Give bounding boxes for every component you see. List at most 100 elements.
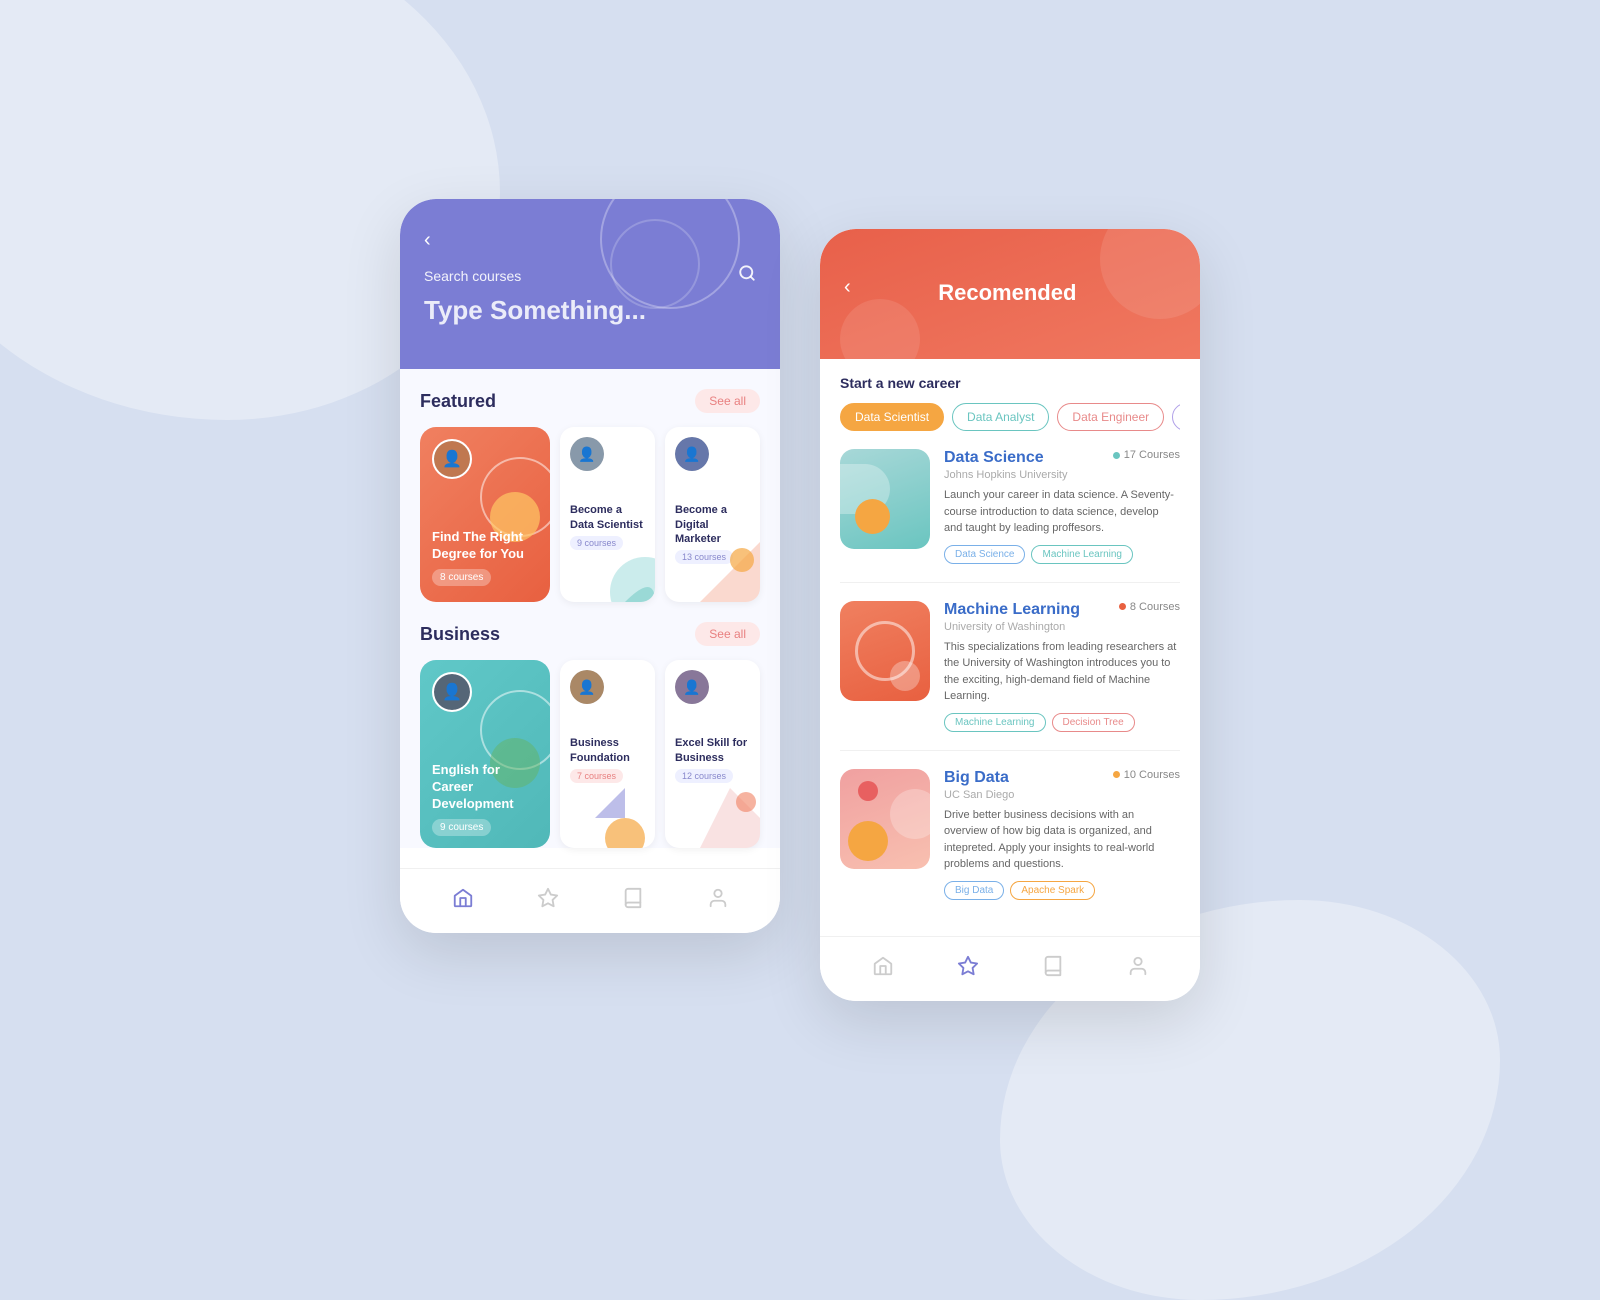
featured-cards-row: 👤 Find The Right Degree for You 8 course… xyxy=(420,427,760,602)
back-button[interactable]: ‹ xyxy=(844,276,851,299)
phone-right: ‹ Recomended Start a new career Data Sci… xyxy=(820,229,1200,1001)
course-tag[interactable]: Apache Spark xyxy=(1010,881,1095,900)
nav-star-icon[interactable] xyxy=(947,951,989,987)
avatar-image: 👤 xyxy=(570,437,604,471)
course-card-bigdata[interactable]: Big Data 10 Courses UC San Diego Drive b… xyxy=(840,769,1180,918)
course-thumb-ml xyxy=(840,601,930,701)
nav-book-icon[interactable] xyxy=(612,883,654,919)
card-title: Excel Skill for Business xyxy=(675,736,750,765)
featured-card-data-scientist[interactable]: 👤 Become a Data Scientist 9 courses xyxy=(560,427,655,602)
course-name-ml: Machine Learning xyxy=(944,601,1080,619)
phone-left: ‹ Search courses Type Something... Featu… xyxy=(400,199,780,933)
course-provider-bd: UC San Diego xyxy=(944,789,1180,801)
search-header: ‹ Search courses Type Something... xyxy=(400,199,780,369)
nav-profile-icon[interactable] xyxy=(697,883,739,919)
left-phone-content: Featured See all 👤 Find The Right Degree… xyxy=(400,369,780,848)
course-desc-ds: Launch your career in data science. A Se… xyxy=(944,487,1180,537)
card-title: English for Career Development xyxy=(432,762,538,813)
filter-tab-data-analyst[interactable]: Data Analyst xyxy=(952,403,1049,431)
course-tag[interactable]: Decision Tree xyxy=(1052,713,1135,732)
search-placeholder-text: Type Something... xyxy=(424,295,756,326)
featured-see-all-button[interactable]: See all xyxy=(695,389,760,413)
search-label: Search courses xyxy=(424,268,521,284)
filter-tab-data-scientist[interactable]: Data Scientist xyxy=(840,403,944,431)
course-tag[interactable]: Machine Learning xyxy=(1031,545,1133,564)
count-dot xyxy=(1119,603,1126,610)
avatar-image: 👤 xyxy=(675,437,709,471)
featured-title: Featured xyxy=(420,391,496,412)
nav-star-icon[interactable] xyxy=(527,883,569,919)
avatar: 👤 xyxy=(570,670,604,704)
avatar-image: 👤 xyxy=(570,670,604,704)
nav-home-icon[interactable] xyxy=(442,883,484,919)
thumb-blob xyxy=(890,661,920,691)
course-tags-ds: Data Science Machine Learning xyxy=(944,545,1180,564)
course-provider-ml: University of Washington xyxy=(944,621,1180,633)
course-tag[interactable]: Big Data xyxy=(944,881,1004,900)
recommended-header: ‹ Recomended xyxy=(820,229,1200,359)
course-name-ds: Data Science xyxy=(944,449,1044,467)
featured-section-header: Featured See all xyxy=(420,389,760,413)
filter-tab-more[interactable]: De... xyxy=(1172,403,1180,431)
card-title: Business Foundation xyxy=(570,736,645,765)
bottom-nav-left xyxy=(400,868,780,933)
featured-card-digital-marketer[interactable]: 👤 Become a Digital Marketer 13 courses xyxy=(665,427,760,602)
count-dot xyxy=(1113,452,1120,459)
thumb-circle xyxy=(855,499,890,534)
course-tags-bd: Big Data Apache Spark xyxy=(944,881,1180,900)
back-button[interactable]: ‹ xyxy=(424,229,431,252)
course-count-bd: 10 Courses xyxy=(1113,769,1180,781)
course-top-ml: Machine Learning 8 Courses xyxy=(944,601,1180,619)
nav-home-icon[interactable] xyxy=(862,951,904,987)
career-filter-tabs: Data Scientist Data Analyst Data Enginee… xyxy=(840,403,1180,431)
business-card-main[interactable]: 👤 English for Career Development 9 cours… xyxy=(420,660,550,848)
course-name-bd: Big Data xyxy=(944,769,1009,787)
right-phone-content: Start a new career Data Scientist Data A… xyxy=(820,359,1200,918)
search-icon[interactable] xyxy=(738,264,756,287)
course-card-data-science[interactable]: Data Science 17 Courses Johns Hopkins Un… xyxy=(840,449,1180,583)
deco-circle-2 xyxy=(610,219,700,309)
filter-tab-data-engineer[interactable]: Data Engineer xyxy=(1057,403,1164,431)
avatar: 👤 xyxy=(675,670,709,704)
thumb-blob2 xyxy=(848,821,888,861)
career-section-title: Start a new career xyxy=(840,375,1180,391)
card-courses-count: 8 courses xyxy=(432,569,491,586)
count-dot xyxy=(1113,771,1120,778)
business-cards-row: 👤 English for Career Development 9 cours… xyxy=(420,660,760,848)
course-card-ml[interactable]: Machine Learning 8 Courses University of… xyxy=(840,601,1180,751)
thumb-blob xyxy=(890,789,930,839)
featured-card-main[interactable]: 👤 Find The Right Degree for You 8 course… xyxy=(420,427,550,602)
business-see-all-button[interactable]: See all xyxy=(695,622,760,646)
thumb-dot xyxy=(858,781,878,801)
avatar: 👤 xyxy=(432,439,472,479)
course-thumb-bd xyxy=(840,769,930,869)
card-title: Become a Data Scientist xyxy=(570,503,645,532)
card-deco-shape xyxy=(595,542,655,602)
business-card-excel[interactable]: 👤 Excel Skill for Business 12 courses xyxy=(665,660,760,848)
avatar-image: 👤 xyxy=(434,674,470,710)
course-top-bd: Big Data 10 Courses xyxy=(944,769,1180,787)
course-count-ds: 17 Courses xyxy=(1113,449,1180,461)
card-deco-shape xyxy=(700,542,760,602)
avatar: 👤 xyxy=(570,437,604,471)
avatar-image: 👤 xyxy=(675,670,709,704)
course-desc-ml: This specializations from leading resear… xyxy=(944,639,1180,705)
card-courses-count: 7 courses xyxy=(570,769,623,783)
course-info-ds: Data Science 17 Courses Johns Hopkins Un… xyxy=(944,449,1180,564)
course-count-ml: 8 Courses xyxy=(1119,601,1180,613)
nav-profile-icon[interactable] xyxy=(1117,951,1159,987)
card-deco-shape xyxy=(595,788,655,848)
avatar: 👤 xyxy=(675,437,709,471)
course-tags-ml: Machine Learning Decision Tree xyxy=(944,713,1180,732)
avatar-image: 👤 xyxy=(434,441,470,477)
bottom-nav-right xyxy=(820,936,1200,1001)
course-top-ds: Data Science 17 Courses xyxy=(944,449,1180,467)
course-info-ml: Machine Learning 8 Courses University of… xyxy=(944,601,1180,732)
course-thumb-ds xyxy=(840,449,930,549)
card-courses-count: 12 courses xyxy=(675,769,733,783)
course-tag[interactable]: Machine Learning xyxy=(944,713,1046,732)
course-tag[interactable]: Data Science xyxy=(944,545,1025,564)
nav-book-icon[interactable] xyxy=(1032,951,1074,987)
business-card-foundation[interactable]: 👤 Business Foundation 7 courses xyxy=(560,660,655,848)
phones-container: ‹ Search courses Type Something... Featu… xyxy=(400,199,1200,1001)
